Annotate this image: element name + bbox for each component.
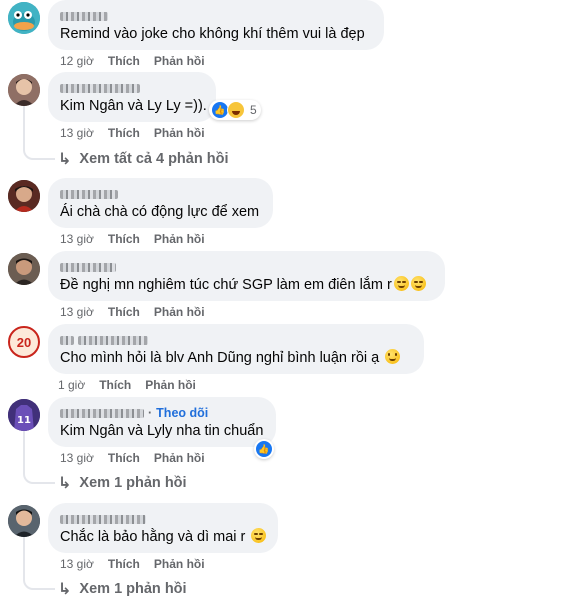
view-replies-link[interactable]: ↳ Xem 1 phản hồi <box>58 579 187 599</box>
commenter-name[interactable]: · Theo dõi <box>60 405 264 421</box>
reaction-count: 5 <box>250 103 257 117</box>
relieved-emoji-icon <box>251 528 267 543</box>
comment-time[interactable]: 12 giờ <box>60 54 94 68</box>
comment-time[interactable]: 13 giờ <box>60 232 94 246</box>
relieved-emoji-icon <box>410 276 426 291</box>
comment-text: Remind vào joke cho không khí thêm vui l… <box>60 26 365 42</box>
reply-button[interactable]: Phản hồi <box>154 54 205 68</box>
like-button[interactable]: Thích <box>108 305 140 319</box>
reply-arrow-icon: ↳ <box>58 151 72 168</box>
haha-reaction-icon <box>227 101 245 119</box>
commenter-name[interactable] <box>60 332 412 348</box>
reply-button[interactable]: Phản hồi <box>154 305 205 319</box>
avatar[interactable] <box>8 74 40 106</box>
comment-text: Đề nghị mn nghiêm túc chứ SGP làm em điê… <box>60 275 433 295</box>
commenter-name[interactable] <box>60 511 266 527</box>
commenter-name[interactable] <box>60 259 433 275</box>
comment-actions: 13 giờ Thích Phản hồi <box>60 557 205 571</box>
reply-button[interactable]: Phản hồi <box>145 378 196 392</box>
comment-text: Ái chà chà có động lực để xem <box>60 204 260 220</box>
view-replies-label: Xem 1 phản hồi <box>79 581 187 597</box>
follow-button[interactable]: Theo dõi <box>156 405 208 421</box>
like-button[interactable]: Thích <box>99 378 131 392</box>
reply-arrow-icon: ↳ <box>58 475 72 492</box>
smile-emoji-icon <box>385 349 401 364</box>
comment-bubble: Kim Ngân và Ly Ly =)). <box>48 72 216 122</box>
avatar[interactable]: 20 <box>8 326 40 358</box>
comment-bubble: · Theo dõi Kim Ngân và Lyly nha tin chuẩn <box>48 397 276 447</box>
user-photo-icon <box>8 180 40 212</box>
user-photo-icon <box>8 253 40 285</box>
user-photo-icon <box>8 74 40 106</box>
user-photo-icon <box>8 505 40 537</box>
commenter-name[interactable] <box>60 186 261 202</box>
comment-text: Cho mình hỏi là blv Anh Dũng nghỉ bình l… <box>60 348 412 368</box>
relieved-emoji-icon <box>393 276 409 291</box>
like-reaction-icon: 👍 <box>255 440 273 458</box>
comment-actions: 1 giờ Thích Phản hồi <box>58 378 196 392</box>
comment-actions: 13 giờ Thích Phản hồi <box>60 126 205 140</box>
like-button[interactable]: Thích <box>108 557 140 571</box>
jersey-avatar-icon: 11 <box>8 399 40 431</box>
comment-actions: 12 giờ Thích Phản hồi <box>60 54 205 68</box>
like-button[interactable]: Thích <box>108 232 140 246</box>
view-replies-link[interactable]: ↳ Xem tất cả 4 phản hồi <box>58 149 228 169</box>
reply-arrow-icon: ↳ <box>58 581 72 598</box>
like-button[interactable]: Thích <box>108 126 140 140</box>
comment-time[interactable]: 13 giờ <box>60 305 94 319</box>
comment-bubble: Ái chà chà có động lực để xem <box>48 178 273 228</box>
commenter-name[interactable] <box>60 80 204 96</box>
comment-bubble: Chắc là bảo hằng và dì mai r <box>48 503 278 553</box>
avatar[interactable] <box>8 180 40 212</box>
comment-text: Kim Ngân và Ly Ly =)). <box>60 98 207 114</box>
view-replies-label: Xem 1 phản hồi <box>79 475 187 491</box>
svg-text:11: 11 <box>17 415 31 426</box>
reaction-summary[interactable]: 👍 <box>254 439 274 459</box>
comment-actions: 13 giờ Thích Phản hồi <box>60 232 205 246</box>
comment-text: Kim Ngân và Lyly nha tin chuẩn <box>60 423 264 439</box>
avatar[interactable]: 11 <box>8 399 40 431</box>
reply-button[interactable]: Phản hồi <box>154 232 205 246</box>
comment-bubble: Đề nghị mn nghiêm túc chứ SGP làm em điê… <box>48 251 445 301</box>
view-replies-label: Xem tất cả 4 phản hồi <box>79 151 229 167</box>
commenter-name[interactable] <box>60 8 372 24</box>
comment-time[interactable]: 1 giờ <box>58 378 85 392</box>
like-button[interactable]: Thích <box>108 54 140 68</box>
avatar[interactable] <box>8 505 40 537</box>
comment-text: Chắc là bảo hằng và dì mai r <box>60 527 267 547</box>
comment-time[interactable]: 13 giờ <box>60 557 94 571</box>
comment-time[interactable]: 13 giờ <box>60 126 94 140</box>
reply-button[interactable]: Phản hồi <box>154 451 205 465</box>
comment-time[interactable]: 13 giờ <box>60 451 94 465</box>
comment-bubble: Remind vào joke cho không khí thêm vui l… <box>48 0 384 50</box>
avatar[interactable] <box>8 2 40 34</box>
reply-button[interactable]: Phản hồi <box>154 557 205 571</box>
platypus-avatar-icon <box>8 2 40 34</box>
avatar[interactable] <box>8 253 40 285</box>
like-button[interactable]: Thích <box>108 451 140 465</box>
view-replies-link[interactable]: ↳ Xem 1 phản hồi <box>58 473 187 493</box>
reaction-summary[interactable]: 👍 5 <box>209 100 261 120</box>
reply-button[interactable]: Phản hồi <box>154 126 205 140</box>
comment-actions: 13 giờ Thích Phản hồi <box>60 451 205 465</box>
comment-actions: 13 giờ Thích Phản hồi <box>60 305 205 319</box>
comment-bubble: Cho mình hỏi là blv Anh Dũng nghỉ bình l… <box>48 324 424 374</box>
avatar-badge-text: 20 <box>16 334 32 350</box>
